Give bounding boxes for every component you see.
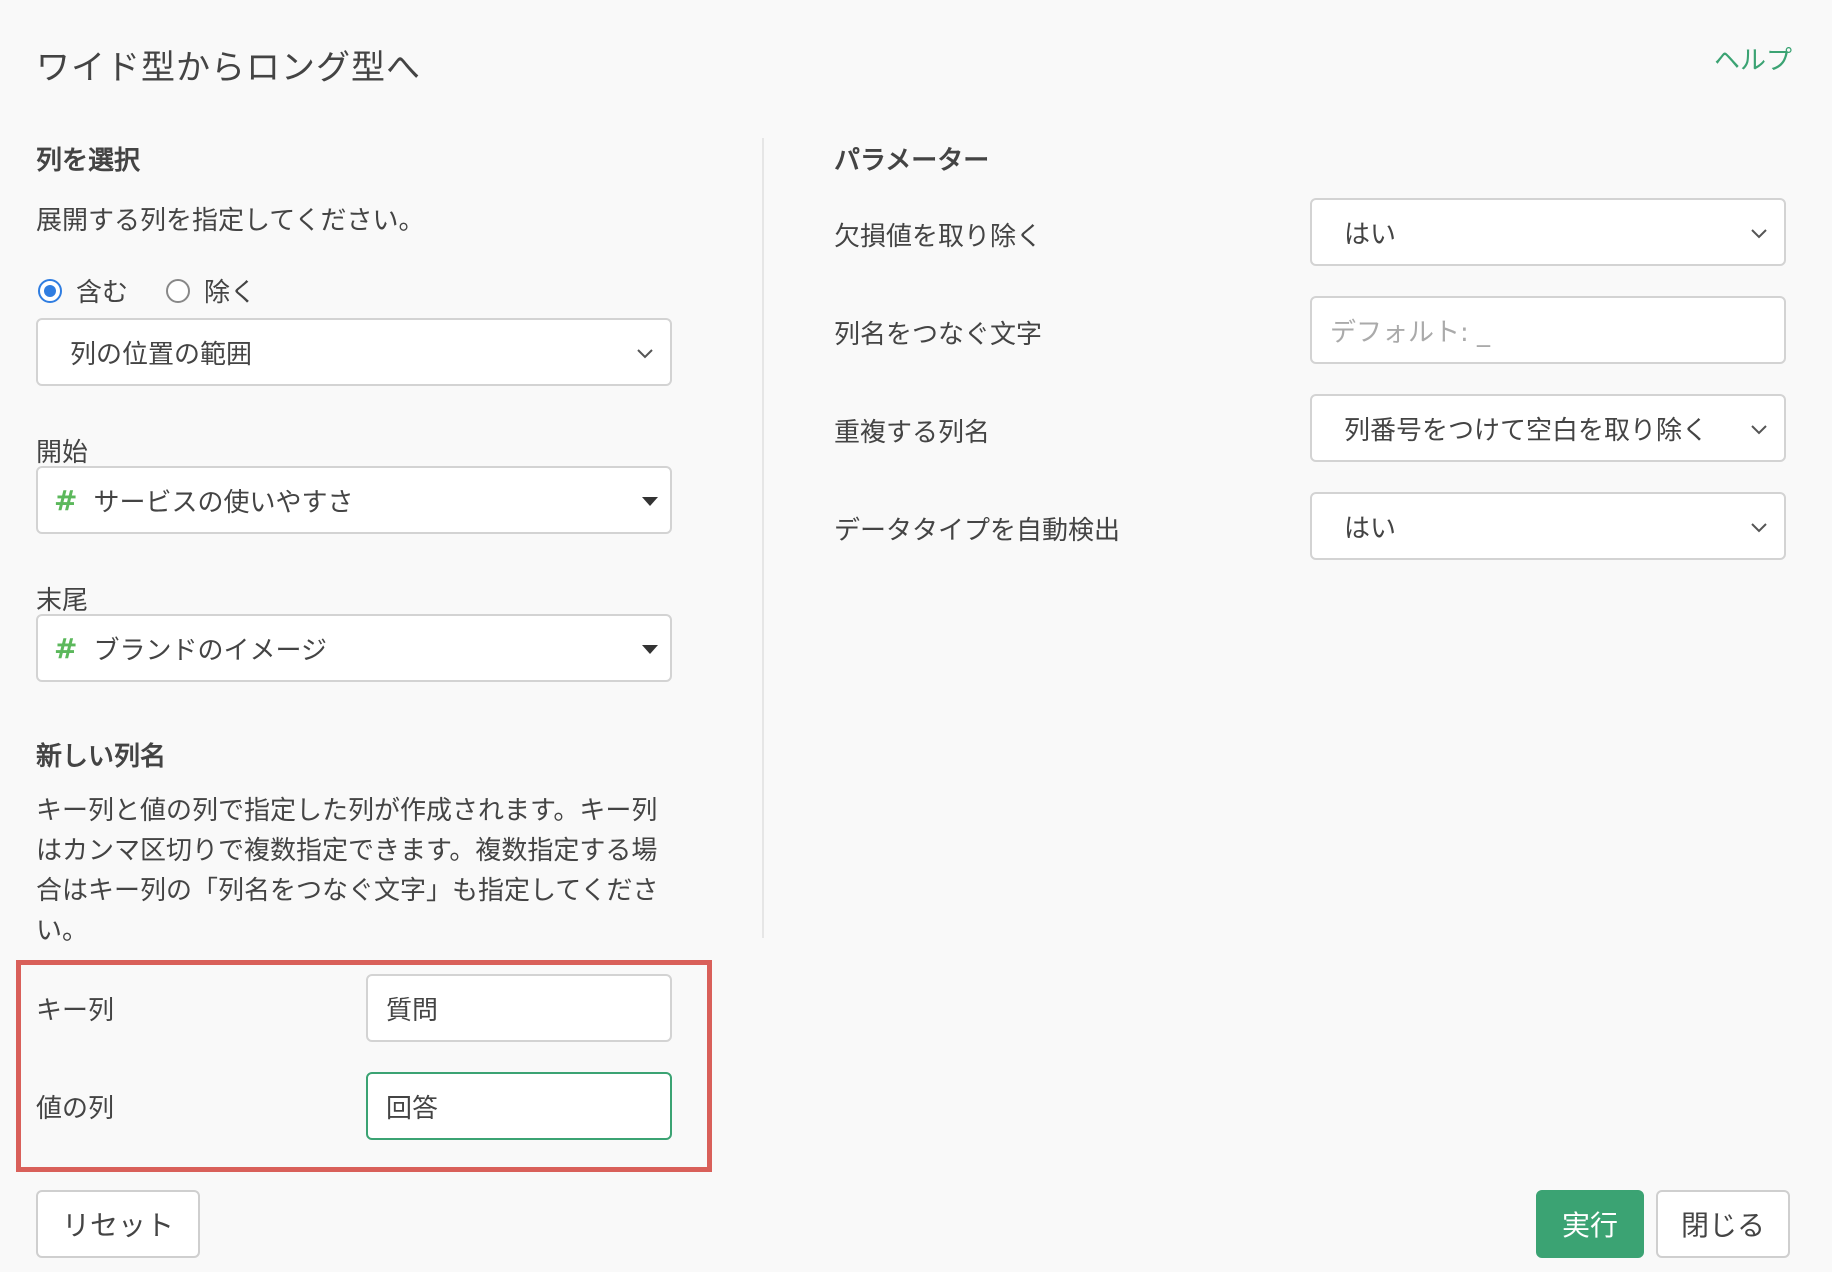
joiner-input[interactable]: デフォルト: _	[1310, 296, 1786, 364]
caret-down-icon	[642, 497, 658, 506]
parameters-heading: パラメーター	[834, 146, 990, 176]
exclude-radio[interactable]: 除く	[166, 272, 256, 309]
chevron-down-icon	[1751, 229, 1767, 239]
chevron-down-icon	[637, 349, 653, 359]
exclude-radio-label: 除く	[204, 278, 257, 308]
include-radio[interactable]: 含む	[38, 272, 128, 309]
radio-checked-icon	[38, 278, 62, 303]
select-columns-description: 展開する列を指定してください。	[36, 206, 425, 236]
start-column-value: サービスの使いやすさ	[93, 487, 354, 518]
drop-na-select[interactable]: はい	[1310, 198, 1786, 266]
reset-button[interactable]: リセット	[36, 1190, 200, 1258]
duplicate-names-label: 重複する列名	[834, 418, 991, 448]
new-column-names-heading: 新しい列名	[36, 742, 167, 772]
dialog-title: ワイド型からロング型へ	[36, 48, 421, 88]
range-type-select[interactable]: 列の位置の範囲	[36, 318, 672, 386]
duplicate-names-value: 列番号をつけて空白を取り除く	[1344, 415, 1709, 446]
new-column-names-description: キー列と値の列で指定した列が作成されます。キー列はカンマ区切りで複数指定できます…	[36, 796, 659, 946]
range-type-value: 列の位置の範囲	[70, 339, 253, 370]
drop-na-value: はい	[1344, 219, 1397, 250]
value-column-label: 値の列	[36, 1094, 115, 1124]
wide-to-long-dialog: ワイド型からロング型へ ヘルプ 列を選択 展開する列を指定してください。 含む …	[0, 0, 1832, 1272]
column-divider	[762, 138, 764, 938]
joiner-label: 列名をつなぐ文字	[834, 320, 1043, 350]
chevron-down-icon	[1751, 523, 1767, 533]
end-column-select[interactable]: # ブランドのイメージ	[36, 614, 672, 682]
duplicate-names-select[interactable]: 列番号をつけて空白を取り除く	[1310, 394, 1786, 462]
run-button[interactable]: 実行	[1536, 1190, 1644, 1258]
start-column-select[interactable]: # サービスの使いやすさ	[36, 466, 672, 534]
auto-type-label: データタイプを自動検出	[834, 516, 1121, 546]
key-column-label: キー列	[36, 996, 115, 1026]
key-column-input[interactable]: 質問	[366, 974, 672, 1042]
auto-type-select[interactable]: はい	[1310, 492, 1786, 560]
select-columns-heading: 列を選択	[36, 146, 141, 176]
caret-down-icon	[642, 645, 658, 654]
end-column-value: ブランドのイメージ	[93, 635, 327, 666]
numeric-type-icon: #	[54, 631, 78, 665]
include-exclude-radio-group: 含む 除く	[38, 272, 294, 309]
help-link[interactable]: ヘルプ	[1714, 40, 1792, 77]
chevron-down-icon	[1751, 425, 1767, 435]
value-column-input[interactable]: 回答	[366, 1072, 672, 1140]
radio-unchecked-icon	[166, 278, 191, 303]
close-button[interactable]: 閉じる	[1656, 1190, 1790, 1258]
drop-na-label: 欠損値を取り除く	[834, 222, 1043, 252]
include-radio-label: 含む	[76, 278, 129, 308]
numeric-type-icon: #	[54, 483, 78, 517]
start-label: 開始	[36, 438, 89, 468]
end-label: 末尾	[36, 586, 89, 616]
auto-type-value: はい	[1344, 513, 1397, 544]
